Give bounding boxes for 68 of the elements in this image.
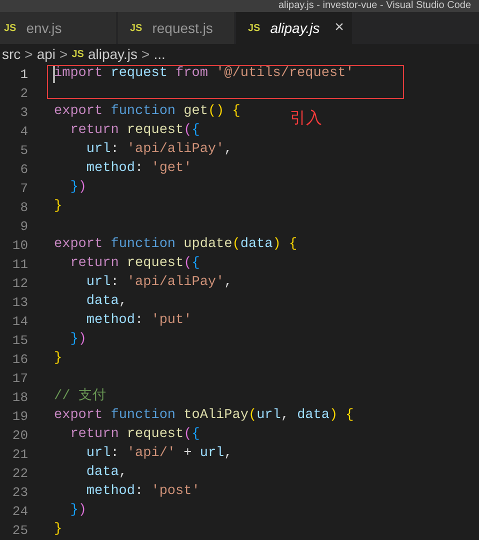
code-line: import request from '@/utils/request' <box>54 65 354 84</box>
line-number: 19 <box>11 408 28 426</box>
js-file-icon: JS <box>126 20 146 36</box>
js-file-icon: JS <box>72 46 84 62</box>
code-line: data, <box>85 293 127 312</box>
line-number: 9 <box>19 218 28 236</box>
line-number: 11 <box>11 256 28 274</box>
tab-label: env.js <box>26 18 62 38</box>
annotation-text: 引入 <box>290 108 322 129</box>
code-line: }) <box>69 179 86 198</box>
code-line: export function get() { <box>54 103 240 122</box>
code-line: return request({ <box>69 426 200 444</box>
close-icon[interactable]: × <box>334 20 344 36</box>
code-line: url: 'api/aliPay', <box>85 274 232 292</box>
breadcrumb-item[interactable]: alipay.js <box>88 44 138 64</box>
tab-label: alipay.js <box>270 18 320 38</box>
editor-tab[interactable]: JS env.js <box>0 12 116 44</box>
breadcrumb-item[interactable]: api <box>36 44 56 64</box>
line-number: 7 <box>19 180 28 198</box>
line-number: 3 <box>19 104 28 122</box>
line-number: 13 <box>11 294 28 312</box>
code-line: }) <box>69 502 86 520</box>
code-line: method: 'post' <box>85 483 200 502</box>
line-number: 6 <box>19 160 28 179</box>
line-number: 15 <box>11 332 28 350</box>
breadcrumb-separator: > <box>24 44 33 64</box>
line-number: 23 <box>11 484 28 502</box>
window-title: alipay.js - investor-vue - Visual Studio Code <box>278 0 471 12</box>
code-line: } <box>54 350 62 368</box>
line-number: 25 <box>11 522 28 540</box>
line-number: 21 <box>11 446 28 464</box>
code-line: } <box>54 521 62 540</box>
code-line: // 支付 <box>54 387 106 406</box>
line-number: 20 <box>11 426 28 445</box>
code-line: method: 'get' <box>85 160 192 178</box>
js-file-icon: JS <box>244 20 264 36</box>
line-number: 14 <box>11 312 28 331</box>
line-number: 17 <box>11 370 28 388</box>
line-number: 12 <box>11 274 28 293</box>
line-number: 5 <box>19 142 28 160</box>
editor-tab[interactable]: JS alipay.js × <box>236 12 352 44</box>
breadcrumb-separator: > <box>142 44 150 64</box>
line-number: 22 <box>11 464 28 483</box>
text-cursor <box>53 66 55 83</box>
line-number: 1 <box>19 66 28 84</box>
js-file-icon: JS <box>0 20 20 36</box>
breadcrumb-item[interactable]: src <box>2 44 21 64</box>
breadcrumb-separator: > <box>60 44 68 64</box>
code-line: method: 'put' <box>85 312 192 330</box>
tab-label: request.js <box>152 18 213 38</box>
code-line: export function update(data) { <box>54 236 298 254</box>
line-number: 24 <box>11 502 28 521</box>
code-line: url: 'api/aliPay', <box>85 141 232 160</box>
code-line: }) <box>69 331 86 350</box>
code-line: export function toAliPay(url, data) { <box>54 407 354 426</box>
editor-tab[interactable]: JS request.js <box>118 12 234 44</box>
code-line: data, <box>85 464 127 482</box>
line-number: 8 <box>19 198 28 217</box>
line-number: 4 <box>19 122 28 141</box>
line-number: 2 <box>19 84 28 103</box>
line-number: 18 <box>11 388 28 407</box>
breadcrumb-item[interactable]: ... <box>154 44 166 64</box>
code-line: return request({ <box>69 255 200 274</box>
code-line: url: 'api/' + url, <box>85 445 232 464</box>
line-number: 16 <box>11 350 28 369</box>
code-line: } <box>54 198 62 216</box>
code-line: return request({ <box>69 122 200 140</box>
line-number: 10 <box>11 236 28 255</box>
